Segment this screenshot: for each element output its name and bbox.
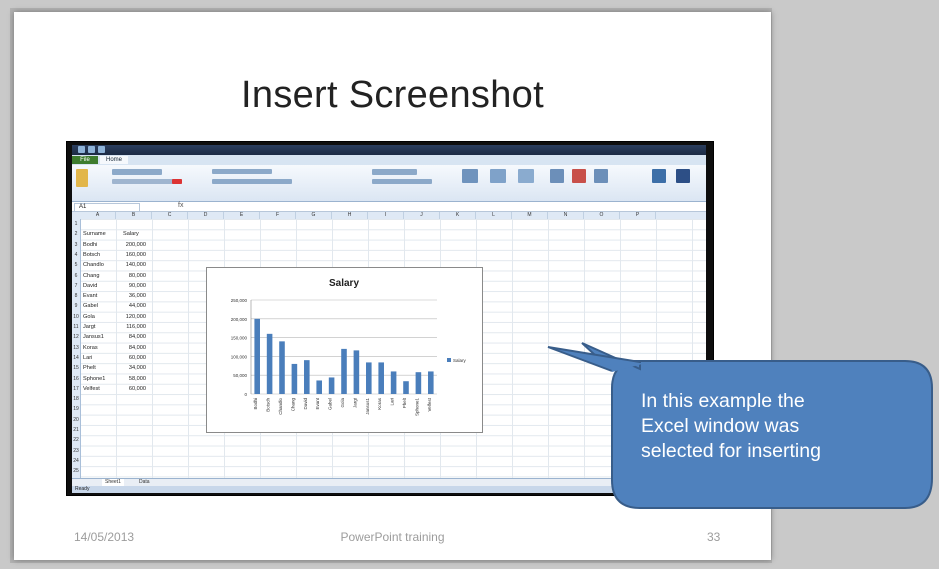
callout-line: Excel window was: [641, 415, 800, 437]
callout-text: In this example the Excel window was sel…: [641, 389, 881, 464]
callout-line: In this example the: [641, 390, 805, 412]
callout-line: selected for inserting: [641, 440, 821, 462]
callout-shape: [547, 342, 933, 509]
